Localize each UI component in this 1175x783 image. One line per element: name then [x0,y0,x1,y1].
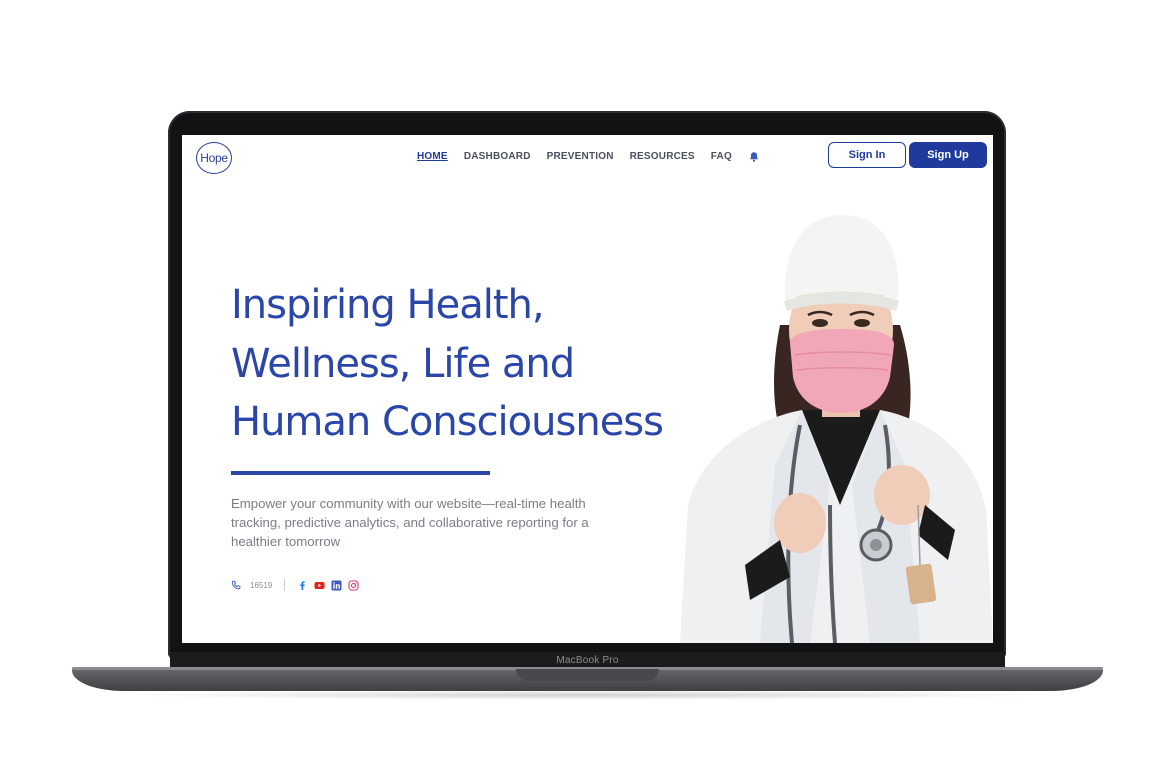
laptop-mockup: Hope HOME DASHBOARD PREVENTION RESOURCES… [0,0,1175,783]
phone-number[interactable]: 16519 [250,581,272,590]
nav-item-faq[interactable]: FAQ [711,151,732,162]
hero-title: Inspiring Health, Wellness, Life and Hum… [231,276,701,452]
sign-in-button[interactable]: Sign In [828,142,906,168]
contact-row: 16519 [231,579,359,591]
linkedin-icon[interactable] [331,580,342,591]
bell-icon[interactable] [748,150,760,162]
contact-divider [284,579,286,591]
hero-subtitle-line-1: Empower your community with our website—… [231,496,586,511]
sign-in-label: Sign In [848,149,886,161]
nav-item-dashboard[interactable]: DASHBOARD [464,151,531,162]
nav-item-home[interactable]: HOME [417,151,448,162]
laptop-screen: Hope HOME DASHBOARD PREVENTION RESOURCES… [182,135,993,643]
nav-item-prevention[interactable]: PREVENTION [547,151,614,162]
laptop-shadow [120,690,1055,700]
hero-subtitle: Empower your community with our website—… [231,494,621,551]
laptop-notch [516,669,659,681]
hope-logo[interactable]: Hope [196,142,232,174]
hero-title-line-1: Inspiring Health, [231,282,545,328]
hero-doctor-image [680,205,993,643]
youtube-icon[interactable] [314,580,325,591]
logo-text: Hope [200,151,228,165]
hero-subtitle-line-3: healthier tomorrow [231,534,341,549]
nav-links: HOME DASHBOARD PREVENTION RESOURCES FAQ [417,150,760,162]
hero-title-line-2: Wellness, Life and [231,340,575,387]
facebook-icon[interactable] [297,580,308,591]
sign-up-button[interactable]: Sign Up [909,142,987,168]
sign-up-label: Sign Up [927,149,969,161]
hero-title-line-3: Human Consciousness [231,399,664,445]
hero-divider [231,471,490,475]
instagram-icon[interactable] [348,579,359,591]
top-navigation: Hope HOME DASHBOARD PREVENTION RESOURCES… [182,135,993,180]
device-label: MacBook Pro [556,655,619,666]
phone-icon[interactable] [231,580,242,591]
hero-subtitle-line-2: tracking, predictive analytics, and coll… [231,515,589,530]
nav-item-resources[interactable]: RESOURCES [630,151,695,162]
